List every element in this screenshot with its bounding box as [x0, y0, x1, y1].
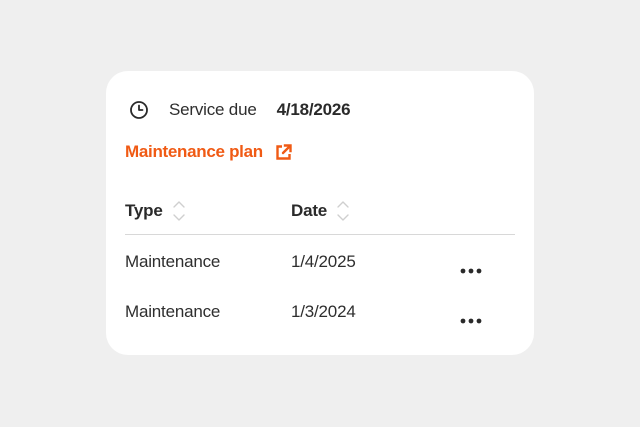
sort-icon	[336, 198, 350, 224]
maintenance-plan-link[interactable]: Maintenance plan	[125, 142, 293, 162]
row-type: Maintenance	[125, 302, 221, 321]
row-date: 1/4/2025	[291, 252, 356, 271]
column-header-date-label: Date	[291, 201, 328, 220]
external-link-icon	[274, 143, 293, 162]
clock-icon	[128, 99, 150, 121]
more-horizontal-icon	[460, 309, 482, 324]
sort-icon	[172, 198, 186, 224]
row-more-button[interactable]	[458, 302, 484, 324]
row-type: Maintenance	[125, 252, 221, 271]
service-due-label: Service due	[169, 100, 257, 119]
table-row: Maintenance 1/3/2024	[125, 299, 515, 325]
more-horizontal-icon	[460, 259, 482, 274]
row-more-button[interactable]	[458, 252, 484, 274]
column-header-date[interactable]: Date	[291, 198, 350, 224]
maintenance-plan-label: Maintenance plan	[125, 142, 263, 161]
column-header-type-label: Type	[125, 201, 163, 220]
service-due-date: 4/18/2026	[276, 100, 351, 119]
table-row: Maintenance 1/4/2025	[125, 249, 515, 275]
column-header-type[interactable]: Type	[125, 198, 186, 224]
row-date: 1/3/2024	[291, 302, 356, 321]
service-due-row: Service due 4/18/2026	[128, 98, 351, 122]
service-card: Service due 4/18/2026 Maintenance plan T…	[106, 71, 534, 355]
table-header: Type Date	[125, 198, 515, 235]
